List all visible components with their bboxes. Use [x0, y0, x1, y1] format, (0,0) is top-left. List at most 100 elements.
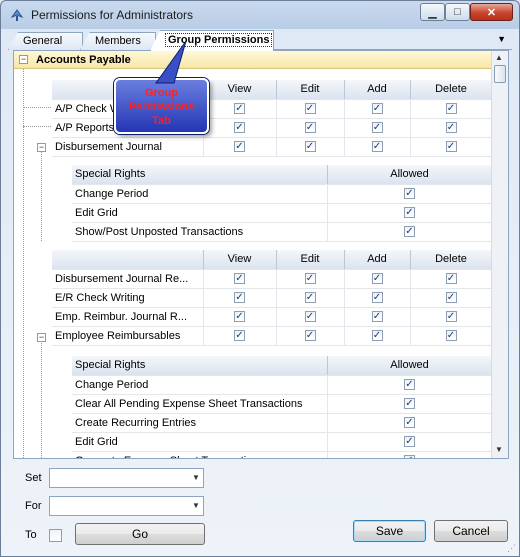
scroll-down-icon[interactable]: ▼ — [495, 445, 503, 454]
permission-row[interactable]: E/R Check Writing ✓ ✓ ✓ ✓ — [52, 288, 492, 308]
permission-row[interactable]: Emp. Reimbur. Journal R... ✓ ✓ ✓ ✓ — [52, 307, 492, 327]
special-right-row[interactable]: Edit Grid ✓ — [72, 203, 492, 223]
permission-checkbox[interactable]: ✓ — [445, 311, 457, 323]
column-header-edit[interactable]: Edit — [276, 80, 345, 100]
permission-cell: ✓ — [276, 288, 345, 308]
special-right-row[interactable]: Change Period ✓ — [72, 184, 492, 204]
special-right-row[interactable]: Edit Grid ✓ — [72, 432, 492, 452]
column-header-edit[interactable]: Edit — [276, 250, 345, 270]
permission-checkbox[interactable]: ✓ — [234, 273, 245, 285]
permission-checkbox[interactable]: ✓ — [234, 311, 245, 323]
permission-cell: ✓ — [344, 326, 411, 346]
special-right-row[interactable]: Clear All Pending Expense Sheet Transact… — [72, 394, 492, 414]
special-rights-header[interactable]: Special Rights — [72, 165, 328, 185]
maximize-button[interactable]: □ — [445, 3, 470, 21]
allowed-header[interactable]: Allowed — [327, 356, 492, 376]
close-button[interactable]: ✕ — [470, 3, 513, 21]
permission-row[interactable]: Employee Reimbursables ✓ ✓ ✓ ✓ — [52, 326, 492, 346]
permission-checkbox[interactable]: ✓ — [234, 141, 245, 153]
permission-checkbox[interactable]: ✓ — [234, 103, 245, 115]
permission-cell: ✓ — [327, 184, 492, 204]
scrollbar-thumb[interactable] — [494, 65, 506, 83]
resize-grip-icon[interactable]: ⋰ — [507, 543, 516, 554]
permission-checkbox[interactable]: ✓ — [371, 292, 383, 304]
tab-list-dropdown-icon[interactable]: ▼ — [497, 34, 506, 44]
tab-members[interactable]: Members — [80, 32, 156, 50]
close-icon: ✕ — [486, 6, 497, 19]
special-right-row[interactable]: Show/Post Unposted Transactions ✓ — [72, 222, 492, 242]
permission-checkbox[interactable]: ✓ — [234, 292, 245, 304]
permissions-tree[interactable]: − Accounts Payable View Edit Add Delete A/P … — [14, 51, 492, 458]
permission-checkbox[interactable]: ✓ — [445, 103, 457, 115]
special-rights-grid-1: Special Rights Allowed Change Period ✓ Edit … — [72, 165, 492, 242]
permission-checkbox[interactable]: ✓ — [371, 311, 383, 323]
for-combo[interactable]: ▼ — [49, 496, 204, 516]
permission-row[interactable]: Disbursement Journal ✓ ✓ ✓ ✓ — [52, 137, 492, 157]
permission-checkbox[interactable]: ✓ — [304, 122, 316, 134]
tree-line — [41, 341, 42, 458]
title-bar[interactable]: Permissions for Administrators ▁ □ ✕ — [1, 1, 519, 29]
permission-cell: ✓ — [344, 137, 411, 157]
permission-checkbox[interactable]: ✓ — [234, 330, 245, 342]
scroll-up-icon[interactable]: ▲ — [495, 53, 503, 62]
permission-checkbox[interactable]: ✓ — [371, 103, 383, 115]
for-dropdown-icon[interactable]: ▼ — [189, 497, 203, 515]
permission-checkbox[interactable]: ✓ — [234, 122, 245, 134]
to-checkbox[interactable] — [49, 529, 62, 542]
special-rights-header[interactable]: Special Rights — [72, 356, 328, 376]
permission-row[interactable]: Disbursement Journal Re... ✓ ✓ ✓ ✓ — [52, 269, 492, 289]
permission-checkbox[interactable]: ✓ — [371, 330, 383, 342]
permission-checkbox[interactable]: ✓ — [404, 379, 415, 391]
permission-checkbox[interactable]: ✓ — [404, 436, 415, 448]
permission-cell: ✓ — [203, 99, 277, 119]
special-right-row[interactable]: Change Period ✓ — [72, 375, 492, 395]
permission-checkbox[interactable]: ✓ — [404, 398, 415, 410]
permission-checkbox[interactable]: ✓ — [404, 188, 415, 200]
column-header-delete[interactable]: Delete — [410, 80, 492, 100]
permission-checkbox[interactable]: ✓ — [304, 141, 316, 153]
permission-checkbox[interactable]: ✓ — [404, 207, 415, 219]
special-right-row[interactable]: Generate Expense Sheet Transactions ✓ — [72, 451, 492, 458]
column-header-add[interactable]: Add — [344, 250, 411, 270]
group-label: Accounts Payable — [36, 54, 131, 66]
permission-checkbox[interactable]: ✓ — [371, 273, 383, 285]
tab-bar: General Members Group Permissions ▼ — [8, 30, 512, 51]
set-combo[interactable]: ▼ — [49, 468, 204, 488]
vertical-scrollbar[interactable]: ▲ ▼ — [491, 51, 508, 458]
permission-checkbox[interactable]: ✓ — [445, 292, 457, 304]
permission-checkbox[interactable]: ✓ — [304, 311, 316, 323]
save-button[interactable]: Save — [353, 520, 426, 542]
permission-checkbox[interactable]: ✓ — [404, 417, 415, 429]
cancel-button[interactable]: Cancel — [434, 520, 508, 542]
collapse-icon[interactable]: − — [37, 333, 46, 342]
minimize-button[interactable]: ▁ — [420, 3, 445, 21]
permission-cell: ✓ — [203, 307, 277, 327]
collapse-icon[interactable]: − — [19, 55, 28, 64]
tab-general[interactable]: General — [8, 32, 83, 50]
permission-checkbox[interactable]: ✓ — [445, 141, 457, 153]
permission-checkbox[interactable]: ✓ — [371, 141, 383, 153]
set-dropdown-icon[interactable]: ▼ — [189, 469, 203, 487]
permission-checkbox[interactable]: ✓ — [304, 103, 316, 115]
permission-cell: ✓ — [344, 269, 411, 289]
group-header-accounts-payable[interactable]: − Accounts Payable — [14, 51, 492, 69]
permission-checkbox[interactable]: ✓ — [445, 330, 457, 342]
collapse-icon[interactable]: − — [37, 143, 46, 152]
permission-checkbox[interactable]: ✓ — [371, 122, 383, 134]
permission-checkbox[interactable]: ✓ — [304, 330, 316, 342]
special-right-row[interactable]: Create Recurring Entries ✓ — [72, 413, 492, 433]
column-header-view[interactable]: View — [203, 250, 277, 270]
column-header-add[interactable]: Add — [344, 80, 411, 100]
permission-checkbox[interactable]: ✓ — [445, 122, 457, 134]
go-button[interactable]: Go — [75, 523, 205, 545]
permission-cell: ✓ — [327, 203, 492, 223]
permission-checkbox[interactable]: ✓ — [404, 226, 415, 238]
app-icon — [10, 9, 24, 21]
column-header-delete[interactable]: Delete — [410, 250, 492, 270]
permission-checkbox[interactable]: ✓ — [404, 455, 415, 458]
permission-checkbox[interactable]: ✓ — [304, 273, 316, 285]
permission-cell: ✓ — [203, 326, 277, 346]
permission-checkbox[interactable]: ✓ — [304, 292, 316, 304]
allowed-header[interactable]: Allowed — [327, 165, 492, 185]
permission-checkbox[interactable]: ✓ — [445, 273, 457, 285]
